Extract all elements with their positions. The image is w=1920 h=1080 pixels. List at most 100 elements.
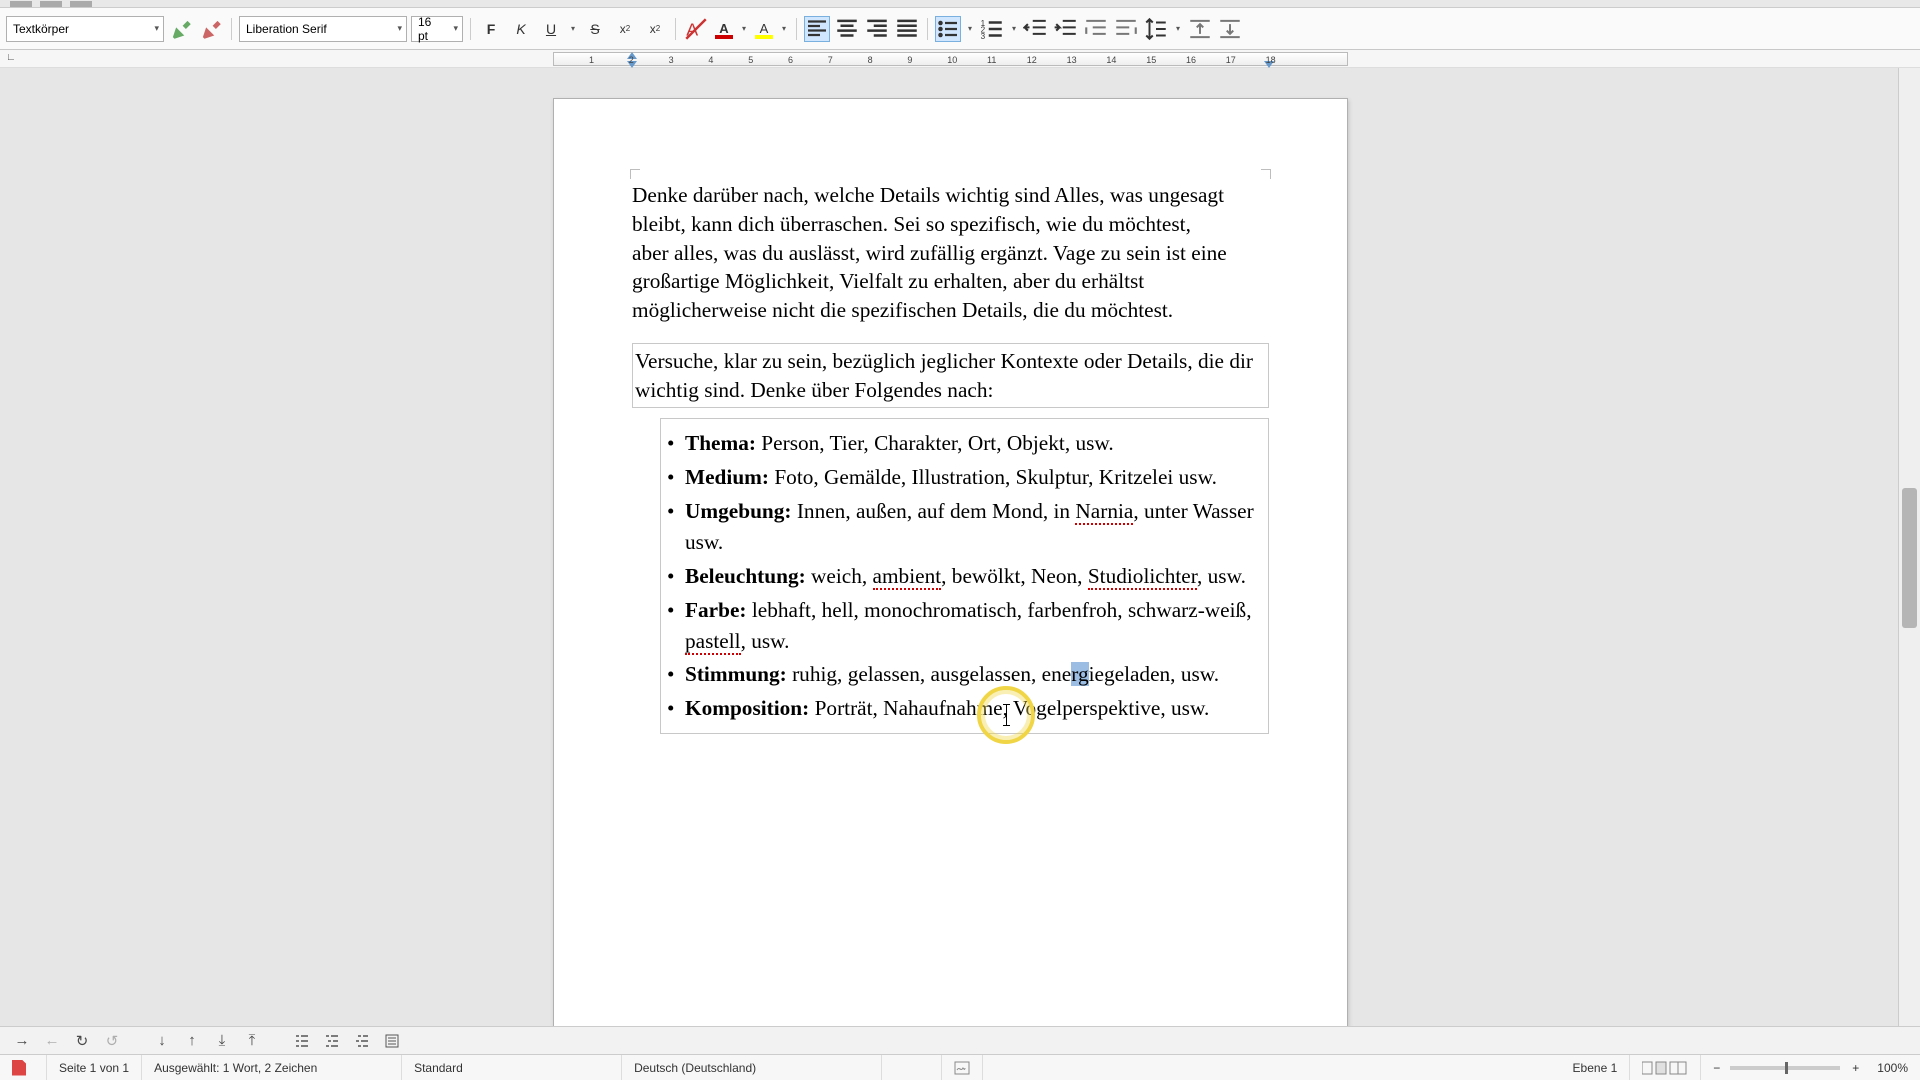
- nav-forward-button[interactable]: →: [10, 1030, 34, 1052]
- align-center-button[interactable]: [834, 16, 860, 42]
- increase-indent-button[interactable]: [1113, 16, 1139, 42]
- ruler-number: 5: [748, 55, 753, 65]
- ruler-number: 10: [947, 55, 957, 65]
- paragraph-style-combo[interactable]: Textkörper: [6, 16, 164, 42]
- ruler-row: ∟ 123456789101112131415161718: [0, 50, 1920, 68]
- status-page-style[interactable]: Standard: [402, 1055, 622, 1080]
- list-item: Komposition: Porträt, Nahaufnahme, Vogel…: [663, 693, 1258, 724]
- status-bar: Seite 1 von 1 Ausgewählt: 1 Wort, 2 Zeic…: [0, 1054, 1920, 1080]
- indent-button[interactable]: [1053, 16, 1079, 42]
- font-size-combo[interactable]: 16 pt: [411, 16, 463, 42]
- list-item: Farbe: lebhaft, hell, monochromatisch, f…: [663, 595, 1258, 657]
- toolbar-row-1: [0, 0, 1920, 8]
- nav-list1-button[interactable]: [290, 1030, 314, 1052]
- ruler-number: 16: [1186, 55, 1196, 65]
- nav-down-button[interactable]: ↓: [150, 1030, 174, 1052]
- document-icon: [12, 1060, 26, 1076]
- list-item: Thema: Person, Tier, Charakter, Ort, Obj…: [663, 428, 1258, 459]
- para-spacing-inc-button[interactable]: [1187, 16, 1213, 42]
- paragraph-2[interactable]: Versuche, klar zu sein, bezüglich jeglic…: [632, 343, 1269, 409]
- font-color-button[interactable]: A: [713, 18, 735, 40]
- scrollbar-thumb[interactable]: [1902, 488, 1917, 628]
- outdent-button[interactable]: [1023, 16, 1049, 42]
- ruler-number: 4: [708, 55, 713, 65]
- underline-dropdown[interactable]: ▾: [568, 16, 578, 42]
- list-item: Beleuchtung: weich, ambient, bewölkt, Ne…: [663, 561, 1258, 592]
- ruler-number: 6: [788, 55, 793, 65]
- line-spacing-button[interactable]: [1143, 16, 1169, 42]
- status-doc-icon-cell: [0, 1055, 47, 1080]
- find-navigation-toolbar: → ← ↻ ↺ ↓ ↑ ⤓ ⤒: [0, 1026, 1920, 1054]
- ruler-number: 3: [669, 55, 674, 65]
- ruler-corner-icon: ∟: [6, 52, 16, 63]
- zoom-in-button[interactable]: +: [1846, 1055, 1865, 1080]
- bold-button[interactable]: F: [478, 16, 504, 42]
- ruler-number: 7: [828, 55, 833, 65]
- nav-back-button[interactable]: ←: [40, 1030, 64, 1052]
- ruler-number: 9: [907, 55, 912, 65]
- margin-mark-tr: [1261, 169, 1271, 179]
- status-page[interactable]: Seite 1 von 1: [47, 1055, 142, 1080]
- highlight-color-button[interactable]: A: [753, 18, 775, 40]
- para-spacing-dec-button[interactable]: [1217, 16, 1243, 42]
- list-item: Umgebung: Innen, außen, auf dem Mond, in…: [663, 496, 1258, 558]
- font-color-dropdown[interactable]: ▾: [739, 16, 749, 42]
- status-signature[interactable]: [942, 1055, 983, 1080]
- ruler-number: 15: [1146, 55, 1156, 65]
- signature-icon: [954, 1061, 970, 1075]
- number-list-dropdown[interactable]: ▾: [1009, 16, 1019, 42]
- document-scroll-area[interactable]: Denke darüber nach, welche Details wicht…: [0, 68, 1898, 1026]
- list-item: Stimmung: ruhig, gelassen, ausgelassen, …: [663, 659, 1258, 690]
- vertical-scrollbar[interactable]: [1898, 68, 1920, 1026]
- view-mode-icons: [1642, 1061, 1688, 1075]
- paragraph-1[interactable]: Denke darüber nach, welche Details wicht…: [632, 181, 1232, 325]
- nav-down-end-button[interactable]: ⤓: [210, 1030, 234, 1052]
- margin-mark-tl: [630, 169, 640, 179]
- ruler-number: 11: [987, 55, 996, 65]
- align-justify-button[interactable]: [894, 16, 920, 42]
- ruler-number: 17: [1226, 55, 1236, 65]
- ruler-number: 18: [1266, 55, 1276, 65]
- line-spacing-dropdown[interactable]: ▾: [1173, 16, 1183, 42]
- nav-list2-button[interactable]: [320, 1030, 344, 1052]
- horizontal-ruler[interactable]: 123456789101112131415161718: [553, 52, 1348, 66]
- update-style-button[interactable]: [168, 16, 194, 42]
- align-left-button[interactable]: [804, 16, 830, 42]
- nav-list3-button[interactable]: [350, 1030, 374, 1052]
- underline-button[interactable]: U: [538, 16, 564, 42]
- zoom-out-button[interactable]: −: [1701, 1055, 1724, 1080]
- new-style-button[interactable]: [198, 16, 224, 42]
- highlight-color-dropdown[interactable]: ▾: [779, 16, 789, 42]
- status-language[interactable]: Deutsch (Deutschland): [622, 1055, 882, 1080]
- superscript-button[interactable]: x2: [612, 16, 638, 42]
- document-content[interactable]: Denke darüber nach, welche Details wicht…: [632, 181, 1269, 734]
- status-insert-mode[interactable]: [882, 1055, 942, 1080]
- nav-list4-button[interactable]: [380, 1030, 404, 1052]
- clear-formatting-button[interactable]: A: [683, 16, 709, 42]
- bullet-list-dropdown[interactable]: ▾: [965, 16, 975, 42]
- number-list-button[interactable]: 123: [979, 16, 1005, 42]
- zoom-slider-knob[interactable]: [1785, 1062, 1788, 1074]
- zoom-percent[interactable]: 100%: [1865, 1055, 1920, 1080]
- nav-up-button[interactable]: ↑: [180, 1030, 204, 1052]
- strikethrough-button[interactable]: S: [582, 16, 608, 42]
- svg-text:3: 3: [981, 31, 986, 40]
- page-1[interactable]: Denke darüber nach, welche Details wicht…: [553, 98, 1348, 1026]
- text-cursor-icon: [1006, 704, 1007, 726]
- align-right-button[interactable]: [864, 16, 890, 42]
- nav-back-alt-button[interactable]: ↺: [100, 1030, 124, 1052]
- bullet-list[interactable]: Thema: Person, Tier, Charakter, Ort, Obj…: [660, 418, 1269, 734]
- zoom-slider[interactable]: [1730, 1066, 1840, 1070]
- italic-button[interactable]: K: [508, 16, 534, 42]
- bullet-list-button[interactable]: [935, 16, 961, 42]
- status-outline-level[interactable]: Ebene 1: [1561, 1055, 1631, 1080]
- nav-forward-alt-button[interactable]: ↻: [70, 1030, 94, 1052]
- ruler-number: 1: [589, 55, 594, 65]
- status-selection[interactable]: Ausgewählt: 1 Wort, 2 Zeichen: [142, 1055, 402, 1080]
- font-name-combo[interactable]: Liberation Serif: [239, 16, 407, 42]
- cursor-highlight-ring: [977, 686, 1035, 744]
- subscript-button[interactable]: x2: [642, 16, 668, 42]
- nav-up-start-button[interactable]: ⤒: [240, 1030, 264, 1052]
- decrease-indent-button[interactable]: [1083, 16, 1109, 42]
- status-view-mode[interactable]: [1630, 1055, 1701, 1080]
